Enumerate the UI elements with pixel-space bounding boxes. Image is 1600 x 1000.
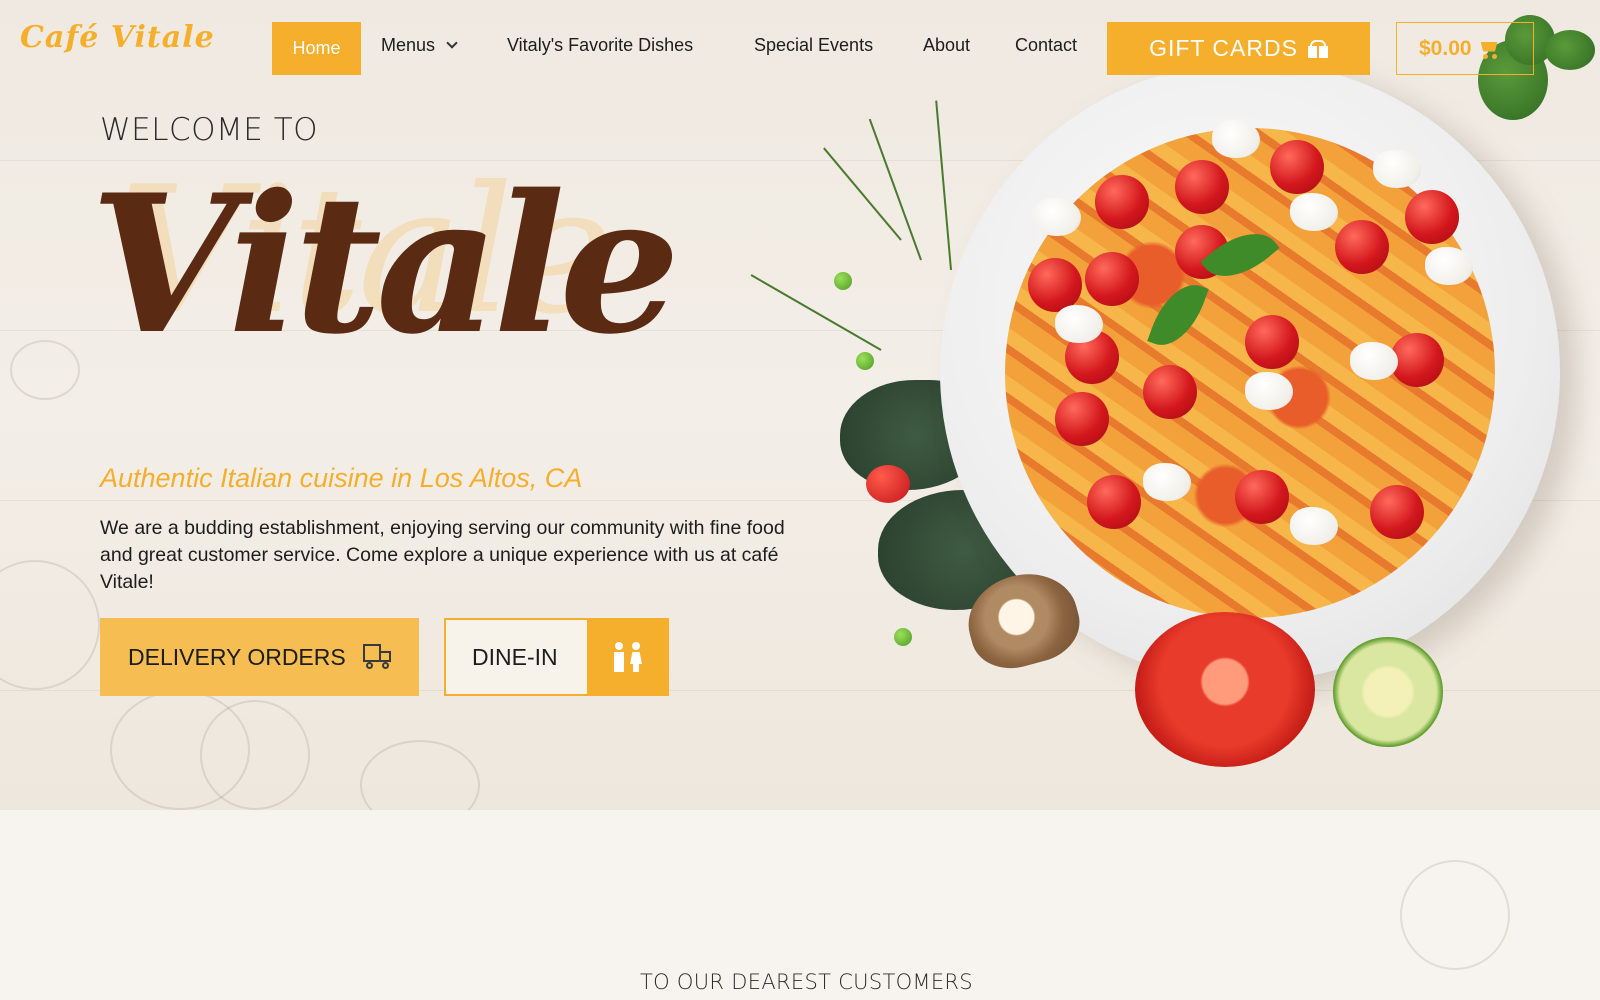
dine-in-label: DINE-IN xyxy=(472,643,558,670)
vegetable-sketch xyxy=(360,740,480,810)
tomato xyxy=(1028,258,1082,312)
cart-button[interactable]: $0.00 xyxy=(1396,22,1534,75)
tomato xyxy=(1235,470,1289,524)
delivery-orders-button[interactable]: DELIVERY ORDERS xyxy=(100,618,419,696)
hero-tagline: Authentic Italian cuisine in Los Altos, … xyxy=(100,463,583,493)
mozzarella xyxy=(1245,372,1293,410)
tomato xyxy=(1055,392,1109,446)
nav-home[interactable]: Home xyxy=(272,22,361,75)
tomato xyxy=(1370,485,1424,539)
dill-sprig xyxy=(935,100,952,271)
tomato xyxy=(1143,365,1197,419)
broccoli xyxy=(1545,30,1595,70)
delivery-truck-icon xyxy=(363,644,393,670)
mozzarella xyxy=(1290,193,1338,231)
restroom-people-icon xyxy=(612,642,644,672)
pea xyxy=(894,628,912,646)
tomato xyxy=(1245,315,1299,369)
mozzarella xyxy=(1290,507,1338,545)
hero-section: Vitale WELCOME TO Vitale Authentic Itali… xyxy=(0,0,1600,810)
cherry-tomato xyxy=(866,465,910,503)
cart-icon xyxy=(1478,40,1500,59)
tomato xyxy=(1085,252,1139,306)
vegetable-sketch xyxy=(10,340,80,400)
tomato xyxy=(1390,333,1444,387)
cucumber-slice xyxy=(1333,637,1443,747)
tomato xyxy=(1175,160,1229,214)
vegetable-sketch xyxy=(1400,860,1510,970)
dill-sprig xyxy=(868,118,922,261)
tomato xyxy=(1087,475,1141,529)
tomato xyxy=(1405,190,1459,244)
nav-special-events[interactable]: Special Events xyxy=(754,35,873,56)
gift-cards-label: GIFT CARDS xyxy=(1149,35,1298,61)
tomato xyxy=(1095,175,1149,229)
tomato-slice xyxy=(1135,612,1315,767)
nav-favorite-dishes[interactable]: Vitaly's Favorite Dishes xyxy=(507,35,693,56)
dine-in-button[interactable]: DINE-IN xyxy=(444,618,669,696)
nav-menus-label: Menus xyxy=(381,35,436,55)
section-heading: TO OUR DEAREST CUSTOMERS xyxy=(640,970,973,994)
hero-description: We are a budding establishment, enjoying… xyxy=(100,517,785,593)
site-logo[interactable]: Café Vitale xyxy=(20,20,215,55)
mozzarella xyxy=(1425,247,1473,285)
mozzarella xyxy=(1033,198,1081,236)
mozzarella xyxy=(1350,342,1398,380)
mozzarella xyxy=(1373,150,1421,188)
dill-sprig xyxy=(750,274,882,351)
welcome-heading: WELCOME TO xyxy=(100,112,319,148)
nav-contact[interactable]: Contact xyxy=(1015,35,1077,56)
chevron-down-icon xyxy=(446,37,458,49)
mozzarella xyxy=(1055,305,1103,343)
pea xyxy=(856,352,874,370)
mozzarella xyxy=(1212,120,1260,158)
hero-title: Vitale xyxy=(90,153,680,376)
vegetable-sketch xyxy=(0,560,100,690)
dine-in-icon-box xyxy=(587,620,667,694)
tomato xyxy=(1335,220,1389,274)
nav-menus[interactable]: Menus xyxy=(381,35,458,56)
pea xyxy=(834,272,852,290)
gift-icon xyxy=(1307,39,1328,58)
tomato xyxy=(1270,140,1324,194)
delivery-orders-label: DELIVERY ORDERS xyxy=(128,643,346,670)
gift-cards-button[interactable]: GIFT CARDS xyxy=(1107,22,1370,75)
nav-about[interactable]: About xyxy=(923,35,970,56)
cart-total: $0.00 xyxy=(1419,36,1472,60)
vegetable-sketch xyxy=(200,700,310,810)
dill-sprig xyxy=(823,147,902,241)
mozzarella xyxy=(1143,463,1191,501)
